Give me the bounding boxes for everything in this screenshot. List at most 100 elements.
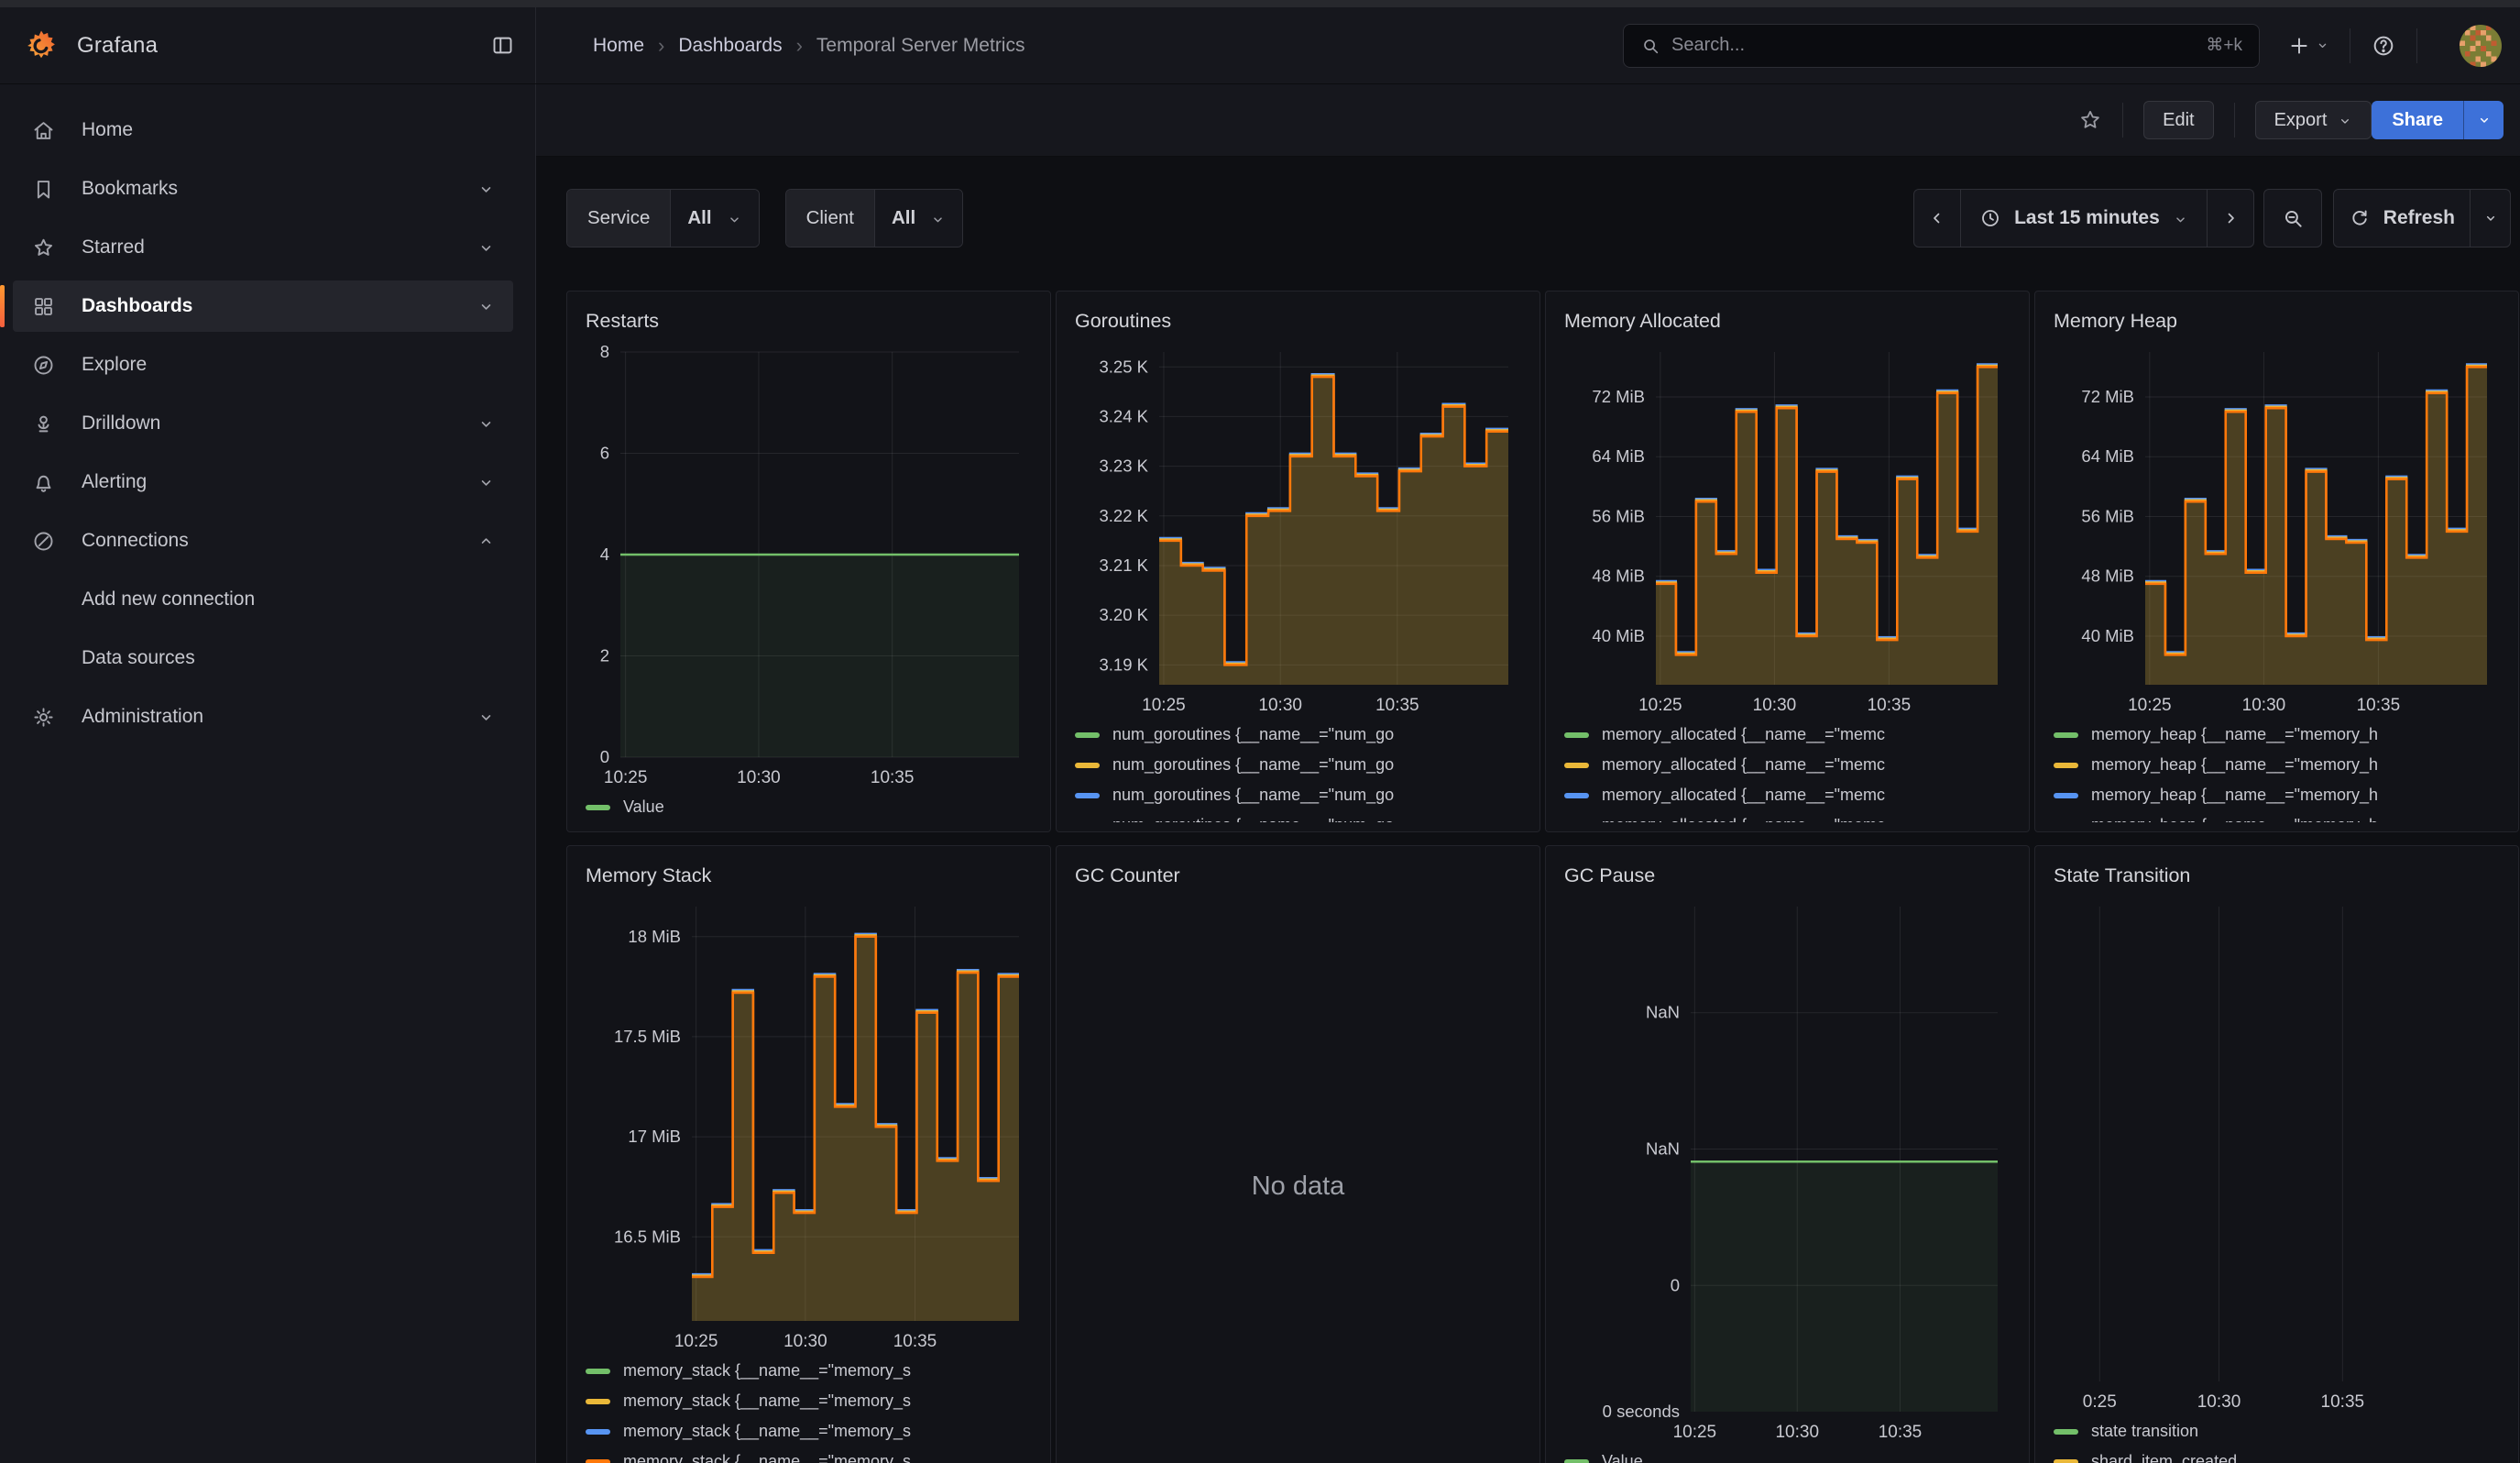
sidebar-item-starred[interactable]: Starred <box>13 222 513 273</box>
legend-series-dash-icon <box>1075 763 1100 768</box>
chevron-down-icon[interactable] <box>477 239 495 257</box>
sidebar-item-label: Add new connection <box>82 588 255 610</box>
svg-text:3.23 K: 3.23 K <box>1100 456 1149 476</box>
svg-text:4: 4 <box>600 544 609 564</box>
sidebar-item-connections[interactable]: Connections <box>13 515 513 566</box>
legend-item[interactable]: memory_heap {__name__="memory_h <box>2054 720 2500 750</box>
edit-button[interactable]: Edit <box>2143 101 2213 139</box>
grid-icon <box>31 294 56 319</box>
legend-item[interactable]: Value <box>586 792 1032 822</box>
legend-series-label: memory_allocated {__name__="memc <box>1602 725 1885 744</box>
legend-item[interactable]: num_goroutines {__name__="num_go <box>1075 750 1521 780</box>
svg-text:10:30: 10:30 <box>1753 696 1797 715</box>
panel-title-memory-allocated[interactable]: Memory Allocated <box>1564 304 2011 337</box>
chart-area-restarts: 8642010:2510:3010:35 <box>586 341 1032 790</box>
legend-item[interactable]: num_goroutines {__name__="num_go <box>1075 780 1521 810</box>
legend-series-dash-icon <box>2054 793 2078 798</box>
legend-item[interactable]: state transition <box>2054 1416 2500 1446</box>
panel-title-memory-heap[interactable]: Memory Heap <box>2054 304 2500 337</box>
svg-text:3.24 K: 3.24 K <box>1100 406 1149 425</box>
legend-item[interactable]: shard_item_created <box>2054 1446 2500 1463</box>
export-button[interactable]: Export <box>2255 101 2372 139</box>
topbar-actions: Search... ⌘+k <box>1623 24 2520 68</box>
svg-text:6: 6 <box>600 444 609 463</box>
panel-title-goroutines[interactable]: Goroutines <box>1075 304 1521 337</box>
legend-item[interactable]: memory_stack {__name__="memory_s <box>586 1386 1032 1416</box>
legend-item[interactable]: memory_heap {__name__="memory_h <box>2054 750 2500 780</box>
chevron-down-icon[interactable] <box>477 181 495 198</box>
legend-item[interactable]: num_goroutines {__name__="num_go <box>1075 810 1521 822</box>
sidebar-item-add-new-connection[interactable]: Add new connection <box>13 574 513 625</box>
breadcrumb-home[interactable]: Home <box>593 35 644 57</box>
legend-item[interactable]: memory_allocated {__name__="memc <box>1564 780 2011 810</box>
sidebar-item-label: Data sources <box>82 647 195 669</box>
sidebar-item-label: Bookmarks <box>82 178 178 200</box>
legend-series-label: memory_heap {__name__="memory_h <box>2091 725 2378 744</box>
legend-series-label: Value <box>623 798 664 817</box>
chevron-down-icon[interactable] <box>477 709 495 726</box>
svg-text:72 MiB: 72 MiB <box>1592 387 1645 406</box>
panel-title-restarts[interactable]: Restarts <box>586 304 1032 337</box>
chart-memory-allocated: 72 MiB64 MiB56 MiB48 MiB40 MiB10:2510:30… <box>1564 341 2011 718</box>
svg-text:NaN: NaN <box>1646 1138 1680 1158</box>
chart-state-transition: 0:2510:3010:35 <box>2054 896 2500 1414</box>
sidebar-item-data-sources[interactable]: Data sources <box>13 632 513 684</box>
legend-series-label: shard_item_created <box>2091 1452 2237 1463</box>
sidebar-toggle-icon[interactable] <box>490 33 515 58</box>
chart-area-gc-pause: NaNNaN00 seconds10:2510:3010:35 <box>1564 896 2011 1445</box>
legend-item[interactable]: memory_allocated {__name__="memc <box>1564 720 2011 750</box>
legend-series-label: memory_heap {__name__="memory_h <box>2091 816 2378 822</box>
panel-title-memory-stack[interactable]: Memory Stack <box>586 859 1032 892</box>
legend-series-dash-icon <box>2054 1459 2078 1463</box>
legend-item[interactable]: Value <box>1564 1446 2011 1463</box>
legend-item[interactable]: memory_heap {__name__="memory_h <box>2054 810 2500 822</box>
legend-item[interactable]: memory_heap {__name__="memory_h <box>2054 780 2500 810</box>
legend-restarts: Value <box>586 792 1032 822</box>
search-input[interactable]: Search... ⌘+k <box>1623 24 2260 68</box>
svg-text:10:35: 10:35 <box>893 1332 937 1351</box>
panel-gc-counter: GC Counter No data <box>1056 845 1540 1463</box>
legend-item[interactable]: memory_stack {__name__="memory_s <box>586 1356 1032 1386</box>
legend-item[interactable]: memory_allocated {__name__="memc <box>1564 810 2011 822</box>
window-top-strip <box>0 0 2520 7</box>
share-dropdown-button[interactable] <box>2463 101 2504 139</box>
help-icon[interactable] <box>2371 33 2396 59</box>
chevron-down-icon[interactable] <box>477 474 495 491</box>
sidebar-item-bookmarks[interactable]: Bookmarks <box>13 163 513 214</box>
sidebar-item-alerting[interactable]: Alerting <box>13 456 513 508</box>
panel-title-gc-pause[interactable]: GC Pause <box>1564 859 2011 892</box>
legend-item[interactable]: num_goroutines {__name__="num_go <box>1075 720 1521 750</box>
breadcrumb: Home › Dashboards › Temporal Server Metr… <box>593 34 1024 58</box>
sidebar-item-explore[interactable]: Explore <box>13 339 513 390</box>
sidebar-item-administration[interactable]: Administration <box>13 691 513 742</box>
legend-series-dash-icon <box>586 1459 610 1463</box>
chevron-up-icon[interactable] <box>477 533 495 550</box>
home-icon <box>31 118 56 143</box>
panel-memory-allocated: Memory Allocated 72 MiB64 MiB56 MiB48 MiB… <box>1545 291 2030 832</box>
add-new-button[interactable] <box>2287 34 2329 58</box>
grafana-logo-icon[interactable] <box>24 28 59 63</box>
no-data-message: No data <box>1075 896 1521 1463</box>
sidebar-item-label: Alerting <box>82 471 147 493</box>
sidebar-item-home[interactable]: Home <box>13 104 513 156</box>
sidebar-list: Home Bookmarks Starred Dashboards Explore Dri… <box>0 104 535 742</box>
sidebar-item-dashboards[interactable]: Dashboards <box>13 280 513 332</box>
user-avatar[interactable] <box>2460 25 2502 67</box>
panel-memory-stack: Memory Stack18 MiB17.5 MiB17 MiB16.5 MiB… <box>566 845 1051 1463</box>
sidebar-item-drilldown[interactable]: Drilldown <box>13 398 513 449</box>
legend-item[interactable]: memory_stack {__name__="memory_s <box>586 1446 1032 1463</box>
svg-text:0:25: 0:25 <box>2083 1392 2117 1412</box>
legend-item[interactable]: memory_allocated {__name__="memc <box>1564 750 2011 780</box>
legend-series-label: num_goroutines {__name__="num_go <box>1112 725 1394 744</box>
plus-icon <box>2287 34 2311 58</box>
panel-title-gc-counter[interactable]: GC Counter <box>1075 859 1521 892</box>
panel-title-state-transition[interactable]: State Transition <box>2054 859 2500 892</box>
svg-text:64 MiB: 64 MiB <box>2081 446 2134 466</box>
favorite-star-icon[interactable] <box>2078 108 2102 132</box>
chevron-down-icon[interactable] <box>477 298 495 315</box>
legend-series-dash-icon <box>1564 1459 1589 1463</box>
chevron-down-icon[interactable] <box>477 415 495 433</box>
breadcrumb-dashboards[interactable]: Dashboards <box>678 35 782 57</box>
legend-item[interactable]: memory_stack {__name__="memory_s <box>586 1416 1032 1446</box>
share-button[interactable]: Share <box>2372 101 2463 139</box>
